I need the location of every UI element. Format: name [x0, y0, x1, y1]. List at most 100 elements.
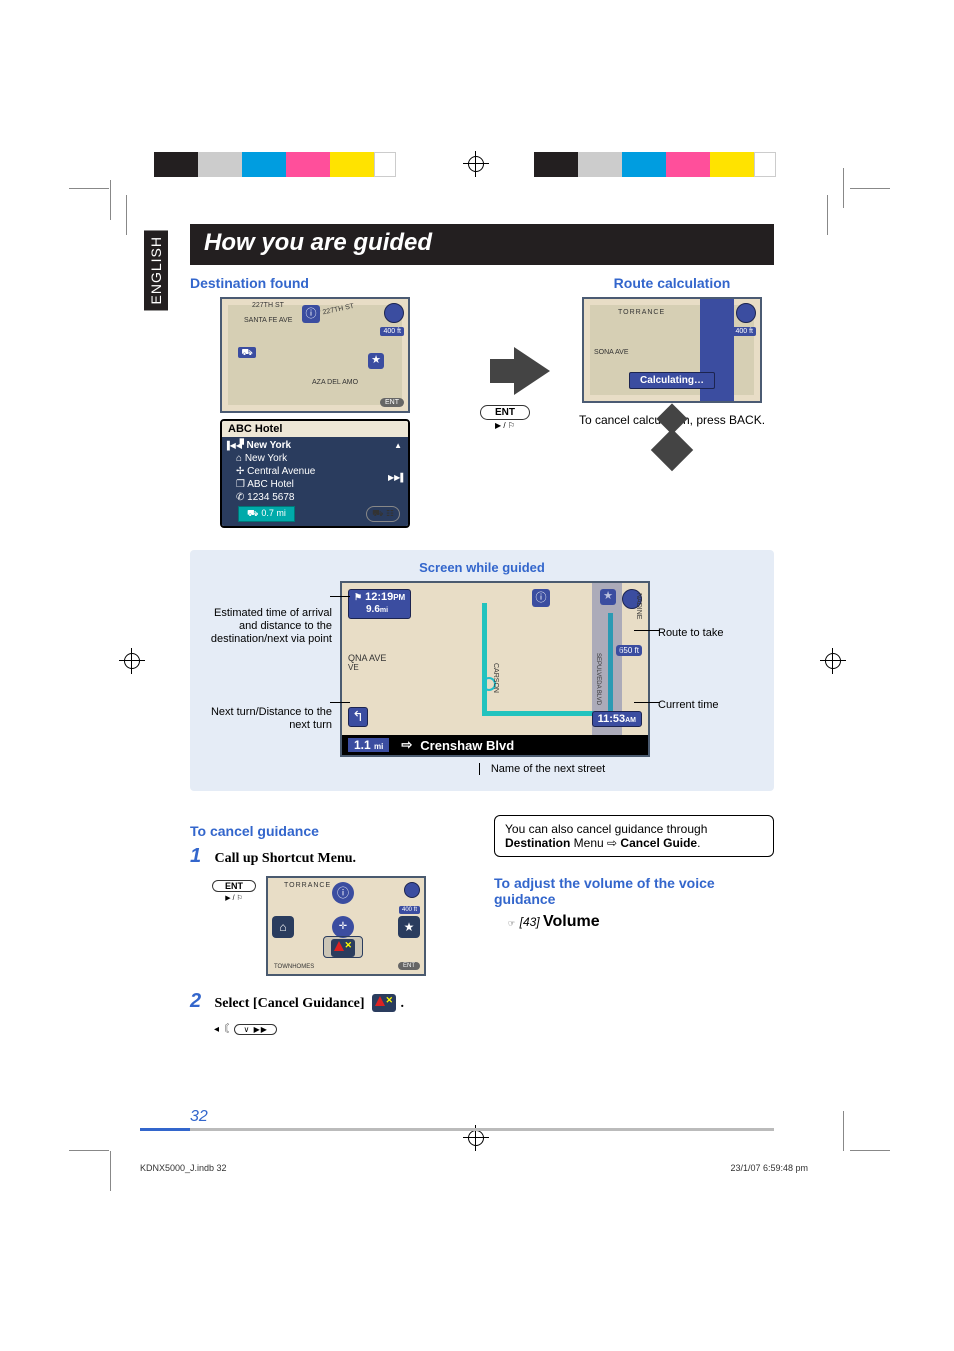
footer-left: KDNX5000_J.indb 32: [140, 1163, 227, 1173]
route-calc-map: 400 ft TORRANCE SONA AVE Calculating…: [582, 297, 762, 403]
info-icon: ⓘ: [332, 882, 354, 904]
map-label: TORRANCE: [284, 882, 331, 889]
next-icon: ▶▶▌: [388, 473, 406, 482]
street-label: CARSON: [492, 663, 499, 693]
street-label: SANTA FE AVE: [244, 317, 292, 324]
crop-mark: [110, 180, 111, 220]
street-label: SONA AVE: [594, 349, 629, 356]
color-bar-right: [534, 152, 794, 177]
next-turn-icon: ↰: [348, 707, 368, 727]
crop-mark: [69, 188, 109, 189]
label-next-street: Name of the next street: [202, 763, 762, 775]
arrow-down-icon: [651, 429, 693, 471]
map-scale: 400 ft: [732, 327, 756, 336]
arrow-right-icon: ⇨: [401, 737, 412, 753]
page-rule: [140, 1128, 774, 1131]
ent-button[interactable]: ENT: [480, 405, 530, 420]
cancel-guidance-heading: To cancel guidance: [190, 823, 470, 839]
street-label: VE: [348, 663, 359, 672]
guidance-bottom-bar: 1.1 mi ⇨ Crenshaw Blvd: [342, 735, 648, 755]
label-eta: Estimated time of arrival and distance t…: [202, 607, 332, 646]
guided-map: ★ ⓘ 650 ft ⚑12:19PM 9.6mi QNA AVE VE NAD…: [340, 581, 650, 757]
registration-mark-icon: [119, 648, 145, 674]
north-icon: [404, 882, 420, 898]
step-2-text: Select [Cancel Guidance]: [214, 996, 364, 1011]
dest-row: ✢ Central Avenue: [236, 465, 402, 478]
street-label: 227TH ST: [252, 302, 284, 309]
step-number: 1: [190, 845, 210, 868]
step-1-text: Call up Shortcut Menu.: [214, 851, 356, 866]
street-label: SEPULVEDA BLVD: [595, 653, 601, 705]
crop-mark: [850, 1150, 890, 1151]
street-label: AZA DEL AMO: [312, 379, 358, 386]
label-next-turn: Next turn/Distance to the next turn: [202, 706, 332, 732]
cancel-guide-note: You can also cancel guidance through Des…: [494, 815, 774, 857]
home-icon: ⌂: [272, 916, 294, 938]
ent-play-icon: ▶ / ⚐: [460, 421, 550, 430]
north-icon: [736, 303, 756, 323]
language-tab: ENGLISH: [144, 230, 168, 310]
crosshair-icon: ✛: [332, 916, 354, 938]
flag-icon: ⚑: [354, 592, 362, 602]
dest-row: ▝ New York: [236, 439, 402, 452]
crop-mark: [843, 168, 844, 208]
cancel-guidance-tile[interactable]: [323, 936, 363, 958]
calculating-banner: Calculating…: [629, 372, 715, 389]
dest-row: ❐ ABC Hotel: [236, 478, 402, 491]
crop-mark: [126, 195, 127, 235]
adjust-volume-heading: To adjust the volume of the voice guidan…: [494, 875, 774, 907]
map-label: TORRANCE: [618, 309, 665, 316]
dest-row: ✆ 1234 5678: [236, 491, 402, 504]
cancel-guidance-icon: [331, 939, 355, 957]
page-title: How you are guided: [190, 224, 774, 265]
street-label: QNA AVE: [348, 653, 386, 663]
shortcut-menu-map: TORRANCE 400 ft ⓘ ⌂ ★ ✛ TOWNHOMES ENT: [266, 876, 426, 976]
destination-found-heading: Destination found: [190, 275, 440, 291]
destination-map: 400 ft SANTA FE AVE W 227TH ST 227TH ST …: [220, 297, 410, 413]
destination-panel: ABC Hotel ▲ ▐◀◀ ▶▶▌ ▝ New York ⌂ New Yor…: [220, 419, 410, 528]
north-icon: [384, 303, 404, 323]
crop-mark: [110, 1151, 111, 1191]
label-route: Route to take: [658, 627, 758, 639]
street-label: NADINE: [635, 593, 642, 619]
volume-ref-label: Volume: [543, 913, 600, 930]
volume-ref: [43]: [520, 915, 543, 929]
page-number: 32: [190, 1108, 208, 1126]
arrow-right-icon: [460, 347, 550, 395]
map-scale: 400 ft: [399, 906, 420, 914]
crop-mark: [843, 1111, 844, 1151]
step-number: 2: [190, 990, 210, 1013]
star-icon: ★: [398, 916, 420, 938]
info-icon: ⓘ: [302, 305, 320, 323]
route-options-icon: ⛟ ☷: [366, 506, 400, 522]
ent-button[interactable]: ENT: [212, 880, 256, 892]
guided-screen-title: Screen while guided: [202, 560, 762, 575]
label-current-time: Current time: [658, 699, 758, 711]
crop-mark: [827, 195, 828, 235]
prev-icon: ▐◀◀: [224, 441, 242, 450]
registration-mark-icon: [820, 648, 846, 674]
star-icon: ★: [368, 353, 384, 369]
crop-mark: [850, 188, 890, 189]
down-next-control[interactable]: ∨ ▶▶: [234, 1024, 276, 1035]
car-icon: ⛟: [238, 347, 256, 358]
ent-play-icon: ▶ / ⚐: [212, 894, 256, 902]
dest-row: ⌂ New York: [236, 452, 402, 465]
route-calc-heading: Route calculation: [570, 275, 774, 291]
footer-right: 23/1/07 6:59:48 pm: [730, 1163, 808, 1173]
street-label: TOWNHOMES: [274, 964, 314, 970]
next-distance: 1.1 mi: [348, 738, 389, 752]
info-icon: ⓘ: [532, 589, 550, 607]
scroll-up-icon: ▲: [394, 441, 402, 450]
crop-mark: [69, 1150, 109, 1151]
guided-screen-frame: Screen while guided Estimated time of ar…: [190, 550, 774, 791]
cancel-guidance-icon: [372, 994, 396, 1012]
pointer-icon: ☞: [508, 919, 515, 928]
current-time-chip: 11:53AM: [592, 711, 642, 727]
destination-panel-title: ABC Hotel: [222, 421, 408, 437]
ent-corner-badge: ENT: [380, 398, 404, 407]
color-bar-left: [154, 152, 414, 177]
map-scale: 400 ft: [380, 327, 404, 336]
distance-chip: ⛟0.7 mi: [238, 506, 295, 522]
next-street-name: Crenshaw Blvd: [420, 738, 514, 753]
